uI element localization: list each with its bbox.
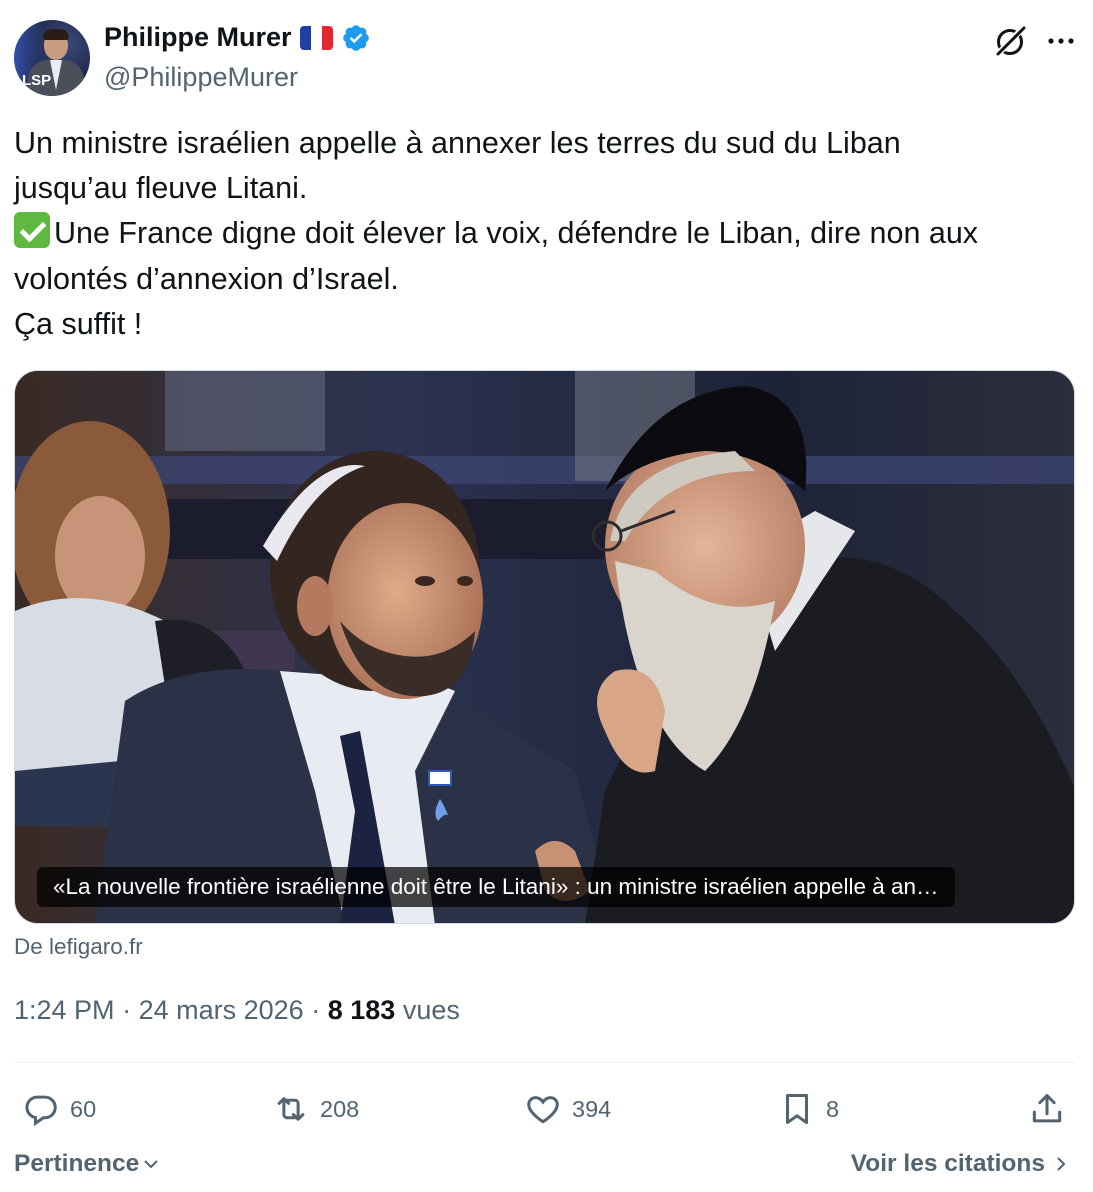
avatar[interactable]: LSP xyxy=(14,20,90,96)
grok-icon[interactable] xyxy=(993,24,1027,58)
heart-icon xyxy=(527,1096,559,1124)
tweet-line: Ça suffit ! xyxy=(14,306,143,341)
avatar-logo: LSP xyxy=(22,72,52,89)
reply-icon xyxy=(25,1095,57,1127)
share-icon xyxy=(1032,1094,1062,1123)
like-count: 394 xyxy=(572,1095,612,1122)
article-photo xyxy=(15,371,1074,923)
like-button[interactable]: 394 xyxy=(524,1082,611,1136)
tweet-meta: 1:24 PM · 24 mars 2026 · 8 183 vues xyxy=(14,995,460,1026)
sort-dropdown[interactable]: Pertinence xyxy=(14,1150,161,1178)
action-bar: 60 208 394 8 xyxy=(14,1082,1076,1136)
divider xyxy=(14,1062,1076,1063)
flag-france-icon xyxy=(299,25,333,50)
bookmark-button[interactable]: 8 xyxy=(778,1082,839,1136)
bookmark-icon xyxy=(785,1094,809,1124)
chevron-down-icon xyxy=(144,1160,158,1169)
tweet-line: jusqu’au fleuve Litani. xyxy=(14,171,308,206)
bookmark-count: 8 xyxy=(826,1095,840,1122)
tweet-line: Un ministre israélien appelle à annexer … xyxy=(14,126,901,160)
repost-button[interactable]: 208 xyxy=(272,1082,359,1136)
handle[interactable]: @PhilippeMurer xyxy=(104,62,298,93)
avatar-hair xyxy=(43,29,69,40)
tweet-date[interactable]: 24 mars 2026 xyxy=(139,995,304,1025)
tweet-line-text: Une France digne doit élever la voix, dé… xyxy=(54,216,979,251)
link-card[interactable]: «La nouvelle frontière israélienne doit … xyxy=(14,370,1075,924)
reply-count: 60 xyxy=(70,1095,97,1122)
check-mark-icon xyxy=(14,212,50,249)
repost-icon xyxy=(277,1097,305,1121)
verified-badge-icon[interactable] xyxy=(341,23,371,53)
meta-separator: · xyxy=(311,995,321,1025)
repost-count: 208 xyxy=(320,1095,360,1122)
card-caption[interactable]: «La nouvelle frontière israélienne doit … xyxy=(37,867,955,907)
tweet-line: volontés d’annexion d’Israel. xyxy=(14,261,399,296)
view-quotes-label: Voir les citations xyxy=(850,1150,1045,1177)
tweet-header: LSP Philippe Murer @PhilippeMurer xyxy=(14,20,1079,98)
tweet-text: Un ministre israélien appelle à annexer … xyxy=(14,121,1074,347)
reply-button[interactable]: 60 xyxy=(22,1082,96,1136)
meta-separator: · xyxy=(122,995,132,1025)
view-quotes-link[interactable]: Voir les citations xyxy=(851,1150,1071,1178)
views-count: 8 183 xyxy=(327,995,396,1025)
sort-label: Pertinence xyxy=(14,1150,140,1177)
chevron-right-icon xyxy=(1057,1157,1066,1171)
name-row: Philippe Murer xyxy=(104,22,371,53)
card-source[interactable]: De lefigaro.fr xyxy=(14,934,143,960)
share-button[interactable] xyxy=(1028,1082,1066,1136)
more-icon[interactable] xyxy=(1047,30,1075,52)
views-label: vues xyxy=(402,995,460,1025)
display-name[interactable]: Philippe Murer xyxy=(104,22,292,53)
tweet-line: Une France digne doit élever la voix, dé… xyxy=(14,211,1074,256)
tweet-time[interactable]: 1:24 PM xyxy=(14,995,115,1025)
